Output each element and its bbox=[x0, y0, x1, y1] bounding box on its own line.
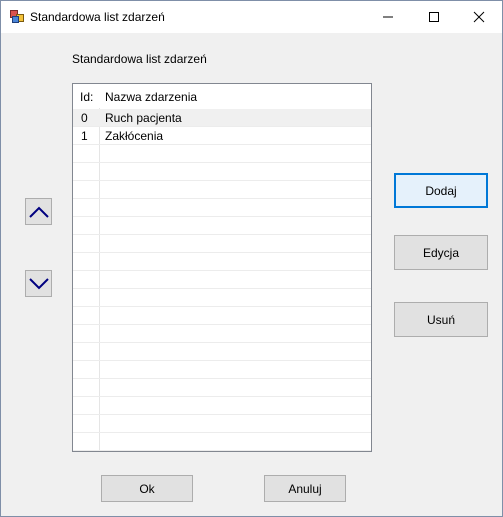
empty-row bbox=[73, 271, 371, 289]
list-item[interactable]: 1 Zakłócenia bbox=[73, 127, 371, 145]
empty-row bbox=[73, 451, 371, 452]
empty-row bbox=[73, 433, 371, 451]
delete-button[interactable]: Usuń bbox=[394, 302, 488, 337]
title-bar[interactable]: Standardowa list zdarzeń bbox=[1, 1, 502, 33]
list-rows: 0 Ruch pacjenta 1 Zakłócenia bbox=[73, 109, 371, 452]
empty-row bbox=[73, 181, 371, 199]
empty-row bbox=[73, 397, 371, 415]
empty-row bbox=[73, 415, 371, 433]
empty-row bbox=[73, 289, 371, 307]
add-button[interactable]: Dodaj bbox=[394, 173, 488, 208]
window-title: Standardowa list zdarzeń bbox=[30, 10, 165, 24]
empty-row bbox=[73, 325, 371, 343]
ok-button[interactable]: Ok bbox=[101, 475, 193, 502]
minimize-icon bbox=[383, 16, 393, 18]
list-caption: Standardowa list zdarzeń bbox=[72, 52, 207, 66]
events-list[interactable]: Id: Nazwa zdarzenia 0 Ruch pacjenta 1 Za… bbox=[72, 83, 372, 452]
empty-row bbox=[73, 307, 371, 325]
dialog-window: Standardowa list zdarzeń Standardowa lis… bbox=[0, 0, 503, 517]
app-form-icon bbox=[10, 10, 24, 23]
empty-row bbox=[73, 217, 371, 235]
maximize-button[interactable] bbox=[411, 1, 457, 33]
empty-row bbox=[73, 379, 371, 397]
move-down-button[interactable] bbox=[25, 270, 52, 297]
list-item-name: Ruch pacjenta bbox=[105, 111, 182, 125]
empty-row bbox=[73, 253, 371, 271]
maximize-icon bbox=[429, 12, 439, 22]
column-header-name[interactable]: Nazwa zdarzenia bbox=[105, 90, 197, 104]
list-item-id: 0 bbox=[81, 111, 88, 125]
empty-row bbox=[73, 235, 371, 253]
empty-row bbox=[73, 343, 371, 361]
empty-row bbox=[73, 361, 371, 379]
list-item-id: 1 bbox=[81, 129, 88, 143]
empty-row bbox=[73, 199, 371, 217]
list-header: Id: Nazwa zdarzenia bbox=[73, 84, 371, 108]
move-up-button[interactable] bbox=[25, 198, 52, 225]
chevron-down-icon bbox=[28, 277, 49, 289]
column-header-id[interactable]: Id: bbox=[80, 90, 93, 104]
cancel-button[interactable]: Anuluj bbox=[264, 475, 346, 502]
list-item-name: Zakłócenia bbox=[105, 129, 164, 143]
close-button[interactable] bbox=[456, 1, 502, 33]
empty-row bbox=[73, 145, 371, 163]
chevron-up-icon bbox=[28, 206, 49, 218]
list-item[interactable]: 0 Ruch pacjenta bbox=[73, 109, 371, 127]
close-icon bbox=[473, 11, 485, 23]
edit-button[interactable]: Edycja bbox=[394, 235, 488, 270]
minimize-button[interactable] bbox=[365, 1, 411, 33]
empty-row bbox=[73, 163, 371, 181]
